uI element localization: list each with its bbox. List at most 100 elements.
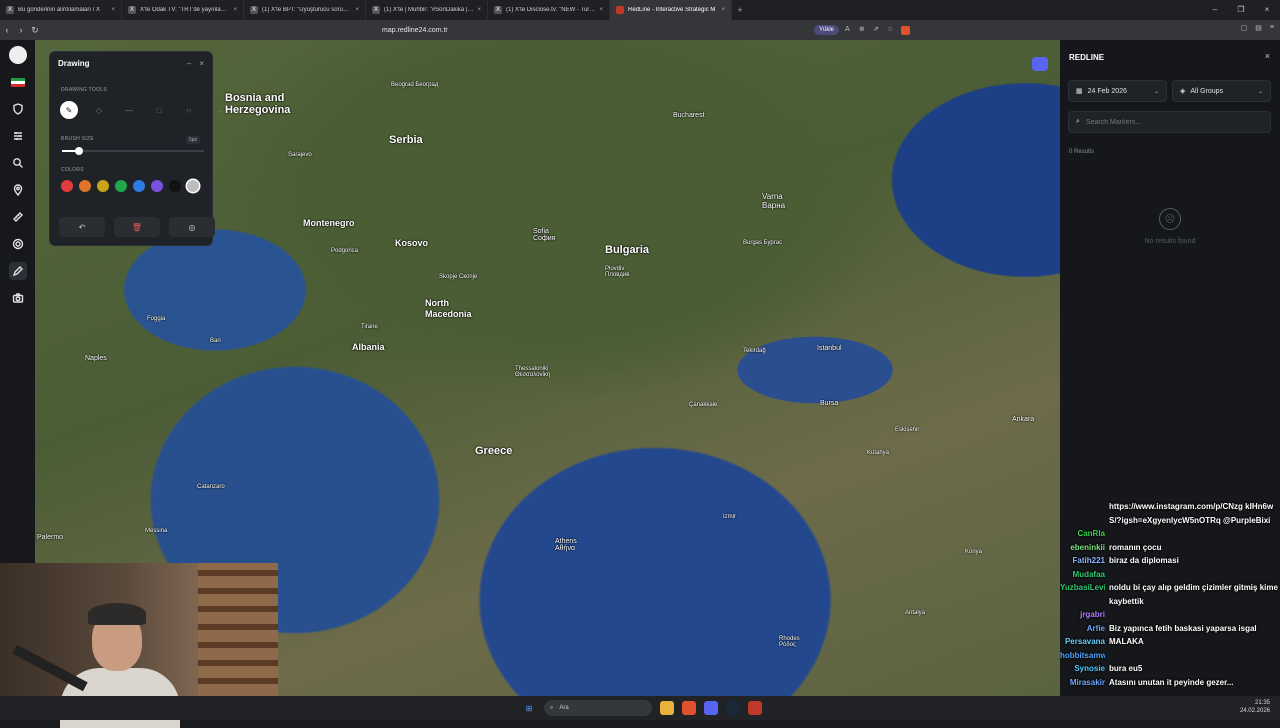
chat-text — [1109, 568, 1280, 582]
obs-icon[interactable] — [748, 701, 762, 715]
tab-title: X'te Odak TV: "TRT'de yayınlanan Bir — [140, 7, 230, 13]
map-label: Bursa — [820, 400, 839, 407]
extensions-icon[interactable]: ▢ — [1241, 24, 1248, 32]
map-label: Sarajevo — [288, 152, 312, 158]
camera-icon[interactable] — [9, 289, 27, 307]
browser-tab-active[interactable]: RedLine - Interactive Strategic M × — [610, 0, 732, 20]
close-icon[interactable]: × — [477, 7, 481, 13]
map-label: Tekirdağ — [743, 348, 766, 354]
browser-tab[interactable]: X Bu gönderinin alıntılamaları / X × — [0, 0, 122, 20]
pin-icon[interactable] — [9, 181, 27, 199]
share-icon[interactable]: ⇗ — [873, 26, 881, 34]
calendar-icon: ▦ — [1076, 88, 1083, 95]
line-tool-icon[interactable]: — — [120, 101, 138, 119]
windows-start-icon[interactable]: ⊞ — [522, 701, 536, 715]
search-icon: ⌕ — [550, 704, 554, 711]
map-label: North Macedonia — [425, 298, 472, 319]
close-icon[interactable]: × — [355, 7, 359, 13]
tab-title: (1) X'te Disclose.tv: "NEW - Turkey to — [506, 7, 596, 13]
browser-tab[interactable]: X (1) X'te BPT: "Uyuşturucu soruşturmu × — [244, 0, 366, 20]
search-icon[interactable] — [9, 154, 27, 172]
minimize-icon[interactable]: – — [1202, 0, 1228, 20]
close-window-icon[interactable]: × — [1254, 0, 1280, 20]
close-icon[interactable]: × — [599, 7, 603, 13]
steam-icon[interactable] — [726, 701, 740, 715]
delete-button[interactable]: 🗑 — [114, 217, 160, 237]
undo-button[interactable]: ↶ — [59, 217, 105, 237]
zoom-icon[interactable]: ⊕ — [859, 26, 867, 34]
sad-face-icon: ☹ — [1159, 208, 1181, 230]
browser-tab[interactable]: X X'te Odak TV: "TRT'de yayınlanan Bir× — [122, 0, 244, 20]
empty-message: No results found — [1144, 238, 1196, 245]
back-icon[interactable]: ‹ — [0, 25, 14, 35]
url-field[interactable]: map.redline24.com.tr — [382, 27, 448, 34]
forward-icon[interactable]: › — [14, 25, 28, 35]
sidebar-icon[interactable]: ▤ — [1255, 24, 1262, 32]
translate-icon[interactable]: A — [845, 26, 853, 34]
discord-icon[interactable] — [1032, 57, 1048, 71]
x-icon: X — [494, 6, 502, 14]
shield-icon[interactable] — [9, 100, 27, 118]
maximize-icon[interactable]: ❐ — [1228, 0, 1254, 20]
arrow-tool-icon[interactable]: → — [210, 101, 228, 119]
chat-username: jrgabri — [1080, 610, 1105, 619]
browser-tab[interactable]: X (1) X'te | Muhbir: "#SonDakika | Ur × — [366, 0, 488, 20]
slider-handle[interactable] — [75, 147, 84, 155]
ruler-icon[interactable] — [9, 208, 27, 226]
color-swatch[interactable] — [97, 180, 109, 192]
brush-size-slider[interactable] — [62, 147, 204, 155]
screenshot-button[interactable]: ◎ — [169, 217, 215, 237]
draw-tool-icon[interactable] — [8, 262, 27, 280]
bookmark-icon[interactable]: ☆ — [887, 26, 895, 34]
tab-title: Bu gönderinin alıntılamaları / X — [18, 7, 101, 13]
map-label: Ankara — [1012, 416, 1035, 423]
circle-tool-icon[interactable]: ○ — [180, 101, 198, 119]
file-explorer-icon[interactable] — [660, 701, 674, 715]
color-swatch[interactable] — [61, 180, 73, 192]
pen-tool-icon[interactable]: ✎ — [60, 101, 78, 119]
close-icon[interactable]: × — [199, 59, 204, 68]
color-swatch[interactable] — [115, 180, 127, 192]
browser-tab[interactable]: X (1) X'te Disclose.tv: "NEW - Turkey to × — [488, 0, 610, 20]
minimize-icon[interactable]: – — [187, 59, 191, 68]
chat-message: YuzbasiLevi noldu bi çay alıp geldim çizi… — [1060, 581, 1280, 608]
search-input[interactable] — [1085, 118, 1256, 126]
reload-icon[interactable]: ↻ — [28, 25, 42, 36]
color-swatch[interactable] — [169, 180, 181, 192]
chat-username — [1060, 500, 1105, 527]
color-swatch[interactable] — [187, 180, 199, 192]
color-swatch[interactable] — [133, 180, 145, 192]
brave-shield-icon[interactable] — [901, 25, 910, 35]
close-icon[interactable]: × — [111, 7, 115, 13]
address-actions: Yükle A ⊕ ⇗ ☆ — [813, 24, 910, 36]
group-select[interactable]: ◈ All Groups ⌄ — [1172, 80, 1271, 102]
map-label: Athens Αθήνα — [555, 538, 577, 552]
discord-app-icon[interactable] — [704, 701, 718, 715]
date-select[interactable]: ▦ 24 Feb 2026 ⌄ — [1068, 80, 1167, 102]
color-swatch[interactable] — [151, 180, 163, 192]
rectangle-tool-icon[interactable]: □ — [150, 101, 168, 119]
logo-icon[interactable] — [8, 46, 27, 64]
color-swatch[interactable] — [79, 180, 91, 192]
new-tab-button[interactable]: + — [732, 5, 748, 15]
results-count: 0 Results — [1069, 149, 1095, 155]
close-icon[interactable]: × — [721, 7, 725, 13]
install-button[interactable]: Yükle — [813, 25, 839, 35]
map-label: Çanakkale — [689, 402, 718, 408]
chat-username: Persavana — [1064, 637, 1105, 646]
target-icon[interactable] — [9, 235, 27, 253]
close-icon[interactable]: × — [1265, 51, 1270, 61]
eraser-icon[interactable]: ◇ — [90, 101, 108, 119]
chat-text — [1109, 649, 1280, 663]
system-clock[interactable]: 21:35 24.02.2026 — [1240, 699, 1270, 715]
map-label: Naples — [85, 355, 107, 362]
sliders-icon[interactable] — [9, 127, 27, 145]
brave-browser-icon[interactable] — [682, 701, 696, 715]
menu-icon[interactable]: ≡ — [1270, 24, 1274, 32]
windows-taskbar: ⊞ ⌕ Ara 21:35 24.02.2026 — [0, 696, 1280, 720]
chat-text: Biz yapınca fetih baskasi yaparsa isgal — [1109, 623, 1257, 633]
sidebar-title: REDLINE — [1069, 53, 1105, 62]
close-icon[interactable]: × — [233, 7, 237, 13]
taskbar-search[interactable]: ⌕ Ara — [544, 700, 652, 716]
flag-icon[interactable] — [9, 73, 27, 91]
